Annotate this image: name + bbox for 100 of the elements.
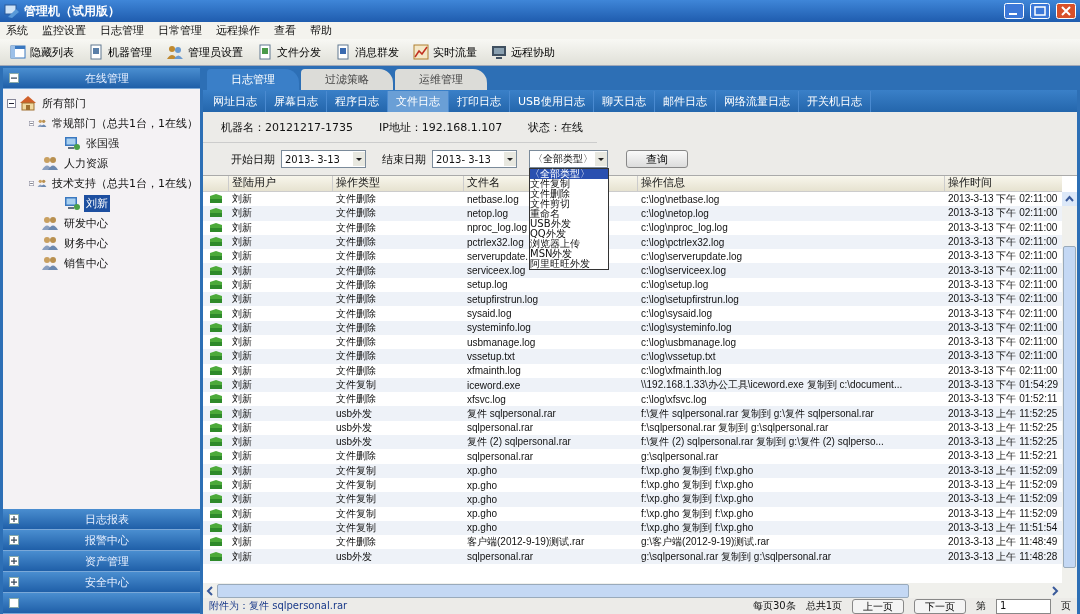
table-cell: xp.gho: [467, 465, 498, 477]
table-cell: 2013-3-13 上午 11:52:09: [948, 507, 1058, 519]
table-cell: 刘新: [232, 536, 252, 548]
table-cell: f:\xp.gho 复制到 f:\xp.gho: [641, 464, 754, 476]
table-cell: c:\log\xfsvc.log: [641, 393, 707, 405]
table-cell: 2013-3-13 下午 01:54:29: [948, 379, 1059, 390]
table-cell: sysaid.log: [467, 308, 512, 319]
table-cell: c:\log\netop.log: [641, 207, 709, 219]
table-cell: 刘新: [232, 307, 252, 319]
table-cell: 刘新: [232, 264, 252, 276]
table-cell: 刘新: [232, 464, 252, 476]
table-cell: f:\xp.gho 复制到 f:\xp.gho: [641, 507, 754, 519]
table-cell: c:\log\vssetup.txt: [641, 350, 716, 362]
table-cell: c:\log\setup.log: [641, 279, 709, 291]
table-cell: vssetup.txt: [467, 350, 515, 362]
machine-info: 状态：在线: [528, 119, 584, 135]
table-cell: 文件删除: [336, 336, 376, 348]
table-cell: f:\复件 (2) sqlpersonal.rar 复制到 g:\复件 (2) sqlperso...: [641, 436, 884, 448]
table-cell: 文件删除: [336, 450, 376, 462]
table-cell: xfsvc.log: [467, 393, 506, 405]
table-cell: 2013-3-13 下午 02:11:00: [948, 336, 1058, 348]
table-cell: c:\log\serverupdate.log: [641, 250, 743, 262]
table-cell: 刘新: [232, 321, 252, 333]
table-cell: xp.gho: [467, 522, 498, 534]
table-cell: 文件复制: [336, 521, 376, 533]
table-cell: 复件 (2) sqlpersonal.rar: [467, 436, 571, 448]
table-cell: 2013-3-13 下午 01:52:11: [948, 393, 1058, 405]
table-cell: 2013-3-13 上午 11:52:21: [948, 450, 1058, 462]
table-cell: 2013-3-13 上午 11:52:09: [948, 479, 1058, 491]
table-cell: xfmainth.log: [467, 365, 521, 377]
table-cell: 2013-3-13 下午 02:11:00: [948, 207, 1058, 219]
table-cell: c:\log\setupfirstrun.log: [641, 293, 739, 305]
table-cell: 文件删除: [336, 307, 376, 319]
table-cell: 刘新: [232, 193, 252, 205]
table-cell: iceword.exe: [467, 379, 521, 391]
table-cell: 文件删除: [336, 536, 376, 548]
table-cell: 文件删除: [336, 250, 376, 262]
table-cell: c:\log\nproc_log.log: [641, 222, 728, 234]
table-cell: systeminfo.log: [467, 322, 531, 334]
window-title: 管理机（试用版）: [24, 2, 120, 20]
table-cell: 刘新: [232, 507, 252, 519]
table-cell: setupfirstrun.log: [467, 293, 539, 305]
page-prefix-text: 第: [976, 599, 986, 613]
table-cell: c:\log\serviceex.log: [641, 265, 727, 277]
table-cell: 刘新: [232, 450, 252, 462]
table-cell: 刘新: [232, 479, 252, 491]
start-date-label: 开始日期: [231, 151, 275, 167]
table-cell: serverupdate.: [467, 250, 529, 262]
table-cell: 刘新: [232, 221, 252, 233]
table-cell: 文件删除: [336, 350, 376, 362]
table-cell: f:\xp.gho 复制到 f:\xp.gho: [641, 521, 754, 533]
table-cell: 文件删除: [336, 264, 376, 276]
table-cell: \\192.168.1.33\办公工具\iceword.exe 复制到 c:\document...: [641, 379, 903, 390]
table-cell: 文件复制: [336, 464, 376, 476]
table-cell: 2013-3-13 下午 02:11:00: [948, 221, 1058, 233]
table-cell: g:\客户端(2012-9-19)测试.rar: [641, 536, 770, 548]
table-cell: 刘新: [232, 421, 252, 433]
machine-info: 机器名：20121217-1735: [221, 119, 353, 135]
table-cell: usb外发: [336, 436, 373, 448]
table-cell: 文件复制: [336, 507, 376, 519]
table-cell: 2013-3-13 上午 11:52:25: [948, 407, 1058, 419]
table-cell: 刘新: [232, 393, 252, 405]
table-cell: 刘新: [232, 364, 252, 376]
page-suffix-text: 页: [1061, 599, 1071, 613]
table-cell: 刘新: [232, 521, 252, 533]
table-cell: 文件删除: [336, 393, 376, 405]
table-cell: 文件删除: [336, 207, 376, 219]
page-count-text: 总共1页: [805, 599, 842, 613]
table-cell: 2013-3-13 下午 02:11:00: [948, 350, 1058, 362]
table-cell: 刘新: [232, 207, 252, 219]
table-cell: f:\sqlpersonal.rar 复制到 g:\sqlpersonal.rar: [641, 421, 829, 433]
table-cell: 刘新: [232, 250, 252, 262]
table-cell: c:\log\xfmainth.log: [641, 365, 722, 377]
table-cell: xp.gho: [467, 508, 498, 520]
table-cell: sqlpersonal.rar: [467, 451, 534, 462]
table-cell: 文件删除: [336, 321, 376, 333]
machine-info: IP地址：192.168.1.107: [378, 119, 503, 135]
table-cell: c:\log\usbmanage.log: [641, 336, 737, 348]
table-cell: 刘新: [232, 493, 252, 505]
table-cell: sqlpersonal.rar: [467, 422, 534, 434]
table-cell: 2013-3-13 上午 11:52:09: [948, 464, 1058, 476]
table-cell: 文件复制: [336, 493, 376, 505]
table-cell: 2013-3-13 上午 11:52:09: [948, 493, 1058, 505]
table-cell: 2013-3-13 下午 02:11:00: [948, 307, 1058, 319]
table-cell: 文件删除: [336, 221, 376, 233]
table-cell: xp.gho: [467, 493, 498, 505]
table-cell: 2013-3-13 下午 02:11:00: [948, 193, 1058, 205]
attachment-text: 附件为：复件 sqlpersonal.rar: [209, 599, 348, 613]
table-cell: 2013-3-13 下午 02:11:00: [948, 364, 1058, 376]
table-cell: 刘新: [232, 436, 252, 448]
table-cell: 2013-3-13 下午 02:11:00: [948, 321, 1058, 333]
table-cell: setup.log: [467, 279, 508, 291]
table-cell: 刘新: [232, 293, 252, 305]
table-cell: serviceex.log: [467, 265, 526, 277]
table-cell: 刘新: [232, 379, 252, 390]
table-cell: g:\sqlpersonal.rar: [641, 451, 719, 462]
table-cell: 2013-3-13 下午 02:11:00: [948, 236, 1058, 248]
table-cell: c:\log\netbase.log: [641, 193, 720, 205]
table-cell: f:\xp.gho 复制到 f:\xp.gho: [641, 493, 754, 505]
table-cell: usb外发: [336, 421, 373, 433]
